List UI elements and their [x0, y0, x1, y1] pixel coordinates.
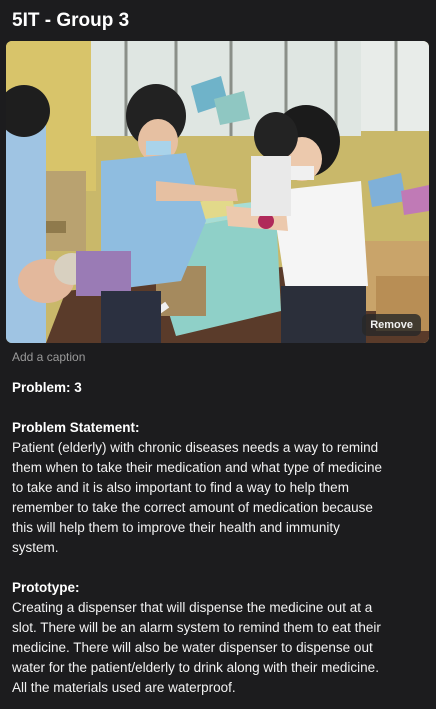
- post-title: 5IT - Group 3: [12, 10, 130, 31]
- prototype-line: Creating a dispenser that will dispense …: [12, 600, 373, 615]
- problem-statement-line: them when to take their medication and w…: [12, 460, 382, 475]
- post-body: Problem: 3 Problem Statement: Patient (e…: [12, 378, 430, 698]
- caption-input[interactable]: Add a caption: [12, 350, 85, 364]
- problem-statement-line: remember to take the correct amount of m…: [12, 500, 373, 515]
- problem-statement-heading: Problem Statement:: [12, 420, 140, 435]
- problem-statement-line: this will help them to improve their hea…: [12, 520, 340, 535]
- prototype-line: water for the patient/elderly to drink a…: [12, 660, 379, 675]
- classroom-photo-image: [6, 41, 429, 343]
- prototype-line: slot. There will be an alarm system to r…: [12, 620, 381, 635]
- problem-statement-line: to take and it is also important to find…: [12, 480, 349, 495]
- prototype-line: All the materials used are waterproof.: [12, 680, 236, 695]
- prototype-heading: Prototype:: [12, 580, 80, 595]
- remove-photo-button[interactable]: Remove: [362, 314, 421, 336]
- problem-label: Problem: 3: [12, 380, 82, 395]
- prototype-line: medicine. There will also be water dispe…: [12, 640, 373, 655]
- problem-statement-line: system.: [12, 540, 59, 555]
- problem-statement-line: Patient (elderly) with chronic diseases …: [12, 440, 379, 455]
- post-photo[interactable]: Remove: [6, 41, 429, 343]
